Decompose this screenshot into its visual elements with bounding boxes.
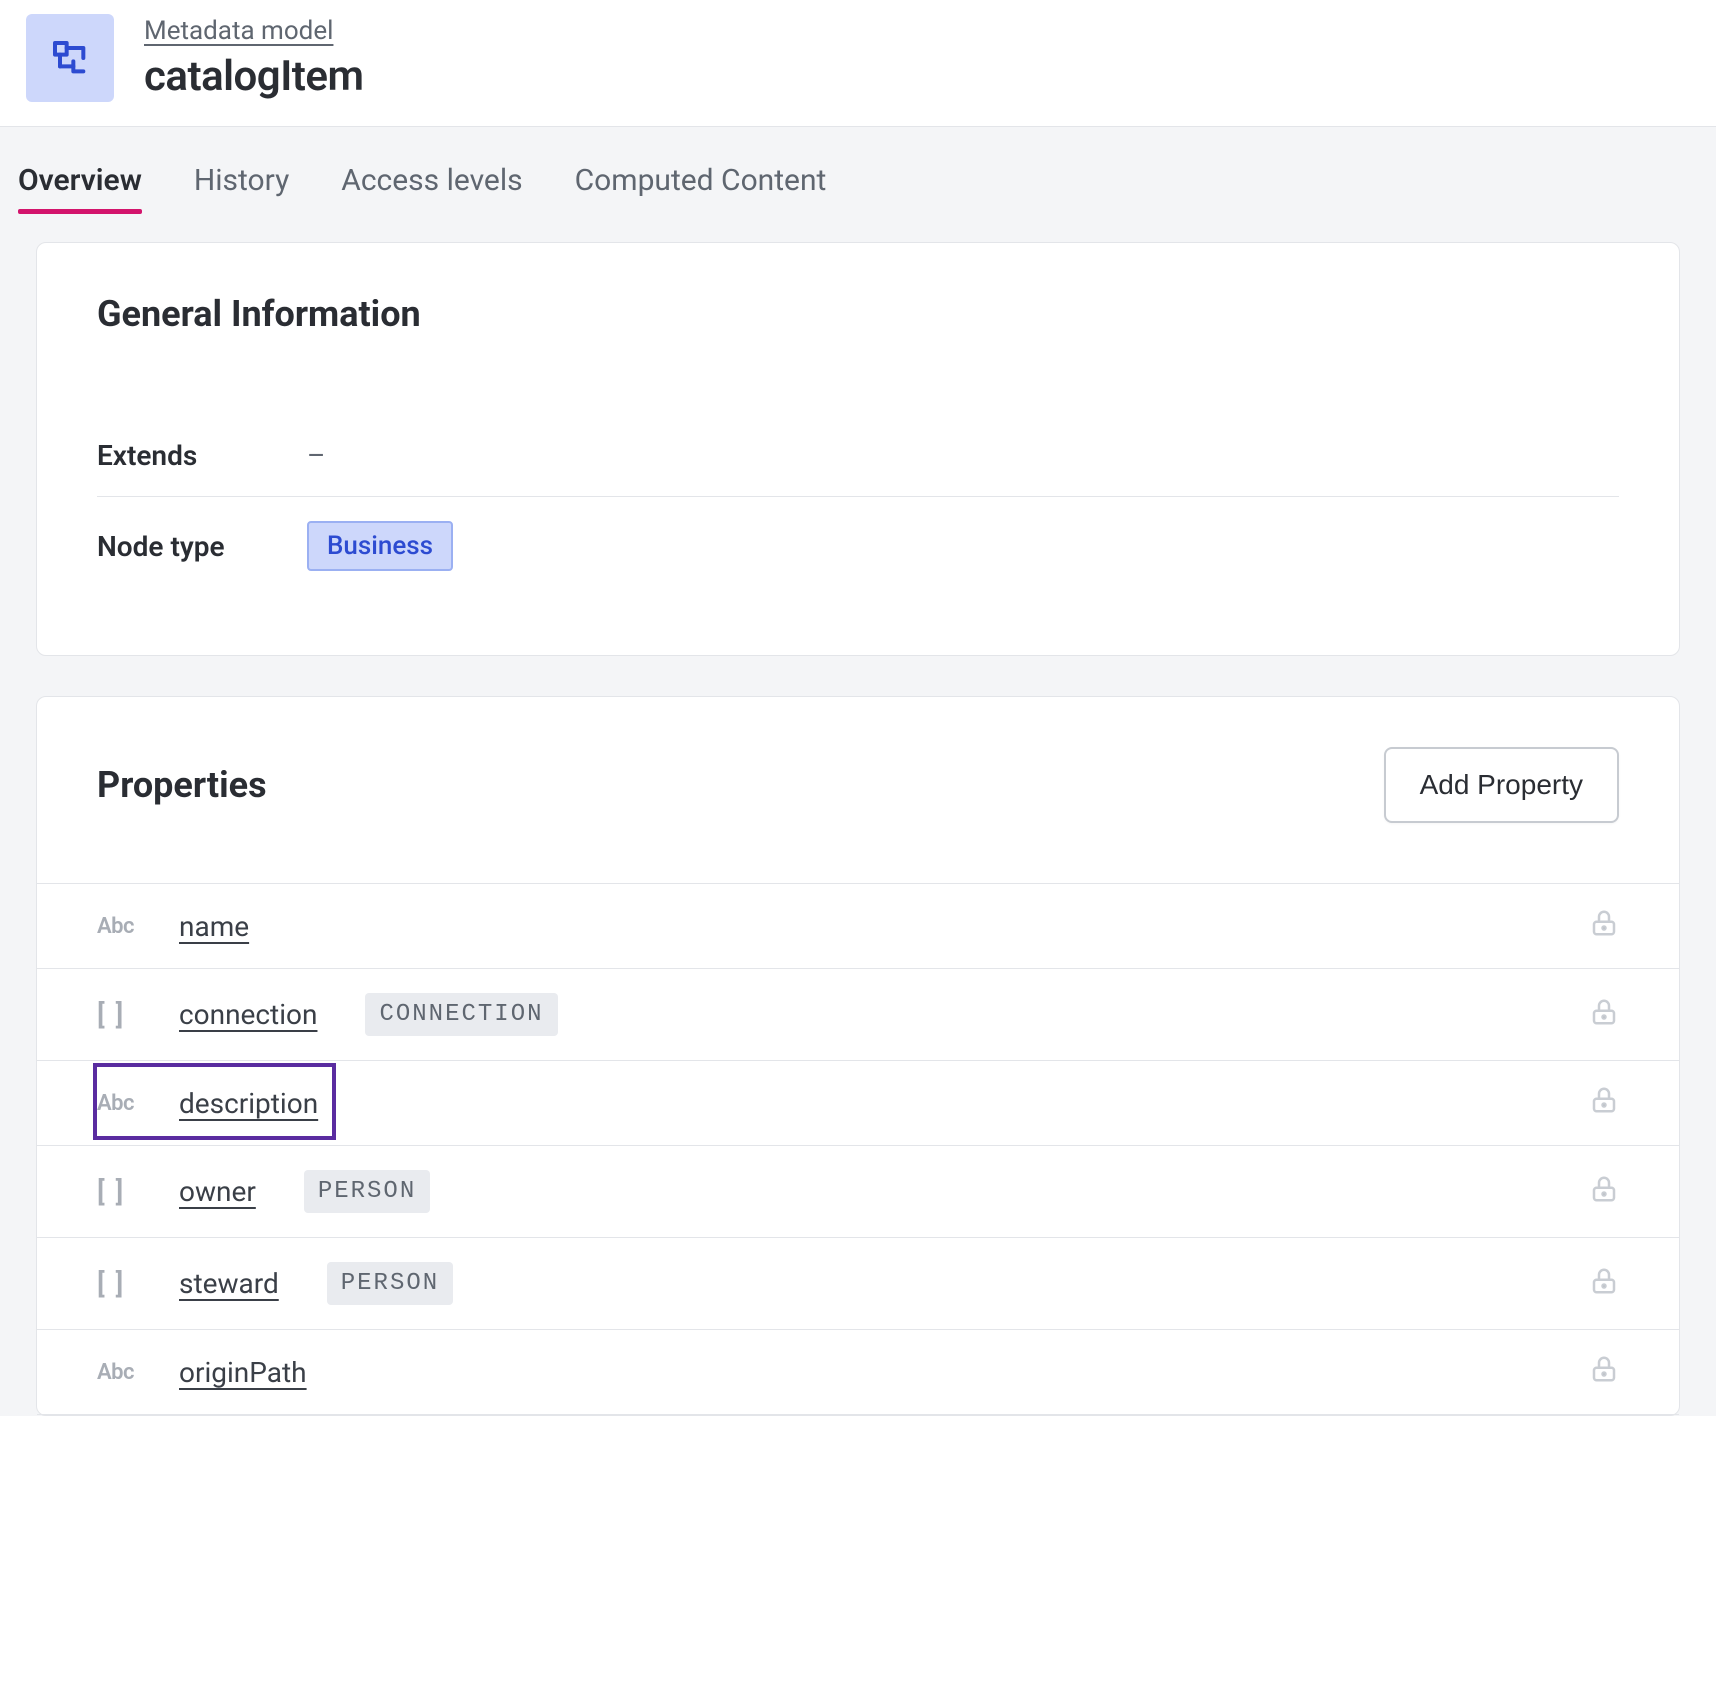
property-row[interactable]: Abc description (37, 1060, 1679, 1145)
property-type-tag: PERSON (327, 1262, 453, 1305)
lock-icon (1589, 1266, 1619, 1302)
add-property-button[interactable]: Add Property (1384, 747, 1619, 823)
tab-history[interactable]: History (194, 163, 289, 212)
property-name-link[interactable]: originPath (179, 1356, 307, 1389)
model-icon (26, 14, 114, 102)
extends-label: Extends (97, 439, 257, 472)
array-type-icon: [ ] (97, 1175, 151, 1208)
breadcrumb[interactable]: Metadata model (144, 16, 363, 46)
general-information-card: General Information Extends – Node type … (36, 242, 1680, 656)
properties-card: Properties Add Property Abc name [ ] connec… (36, 696, 1680, 1416)
lock-icon (1589, 997, 1619, 1033)
array-type-icon: [ ] (97, 998, 151, 1031)
lock-icon (1589, 908, 1619, 944)
extends-value: – (307, 439, 325, 472)
tab-access-levels[interactable]: Access levels (341, 163, 522, 212)
property-row[interactable]: [ ] owner PERSON (37, 1145, 1679, 1237)
properties-list: Abc name [ ] connection CONNECTION Abc descrip… (37, 883, 1679, 1415)
property-row[interactable]: [ ] steward PERSON (37, 1237, 1679, 1329)
tab-bar: Overview History Access levels Computed Con… (18, 127, 1698, 212)
property-name-link[interactable]: steward (179, 1267, 279, 1300)
node-type-row: Node type Business (97, 496, 1619, 595)
property-type-tag: CONNECTION (365, 993, 557, 1036)
page-header: Metadata model catalogItem (0, 0, 1716, 126)
property-row[interactable]: Abc name (37, 883, 1679, 968)
lock-icon (1589, 1174, 1619, 1210)
text-type-icon: Abc (97, 914, 151, 939)
property-row[interactable]: [ ] connection CONNECTION (37, 968, 1679, 1060)
property-type-tag: PERSON (304, 1170, 430, 1213)
properties-section-title: Properties (97, 764, 267, 806)
text-type-icon: Abc (97, 1091, 151, 1116)
tab-overview[interactable]: Overview (18, 163, 142, 212)
property-name-link[interactable]: connection (179, 998, 317, 1031)
node-type-label: Node type (97, 530, 257, 563)
general-section-title: General Information (97, 293, 1619, 335)
node-type-badge: Business (307, 521, 453, 571)
lock-icon (1589, 1085, 1619, 1121)
lock-icon (1589, 1354, 1619, 1390)
page-title: catalogItem (144, 52, 363, 101)
property-row[interactable]: Abc originPath (37, 1329, 1679, 1415)
property-name-link[interactable]: name (179, 910, 249, 943)
array-type-icon: [ ] (97, 1267, 151, 1300)
property-name-link[interactable]: description (179, 1087, 318, 1120)
tab-computed-content[interactable]: Computed Content (575, 163, 827, 212)
extends-row: Extends – (97, 415, 1619, 496)
property-name-link[interactable]: owner (179, 1175, 256, 1208)
text-type-icon: Abc (97, 1360, 151, 1385)
